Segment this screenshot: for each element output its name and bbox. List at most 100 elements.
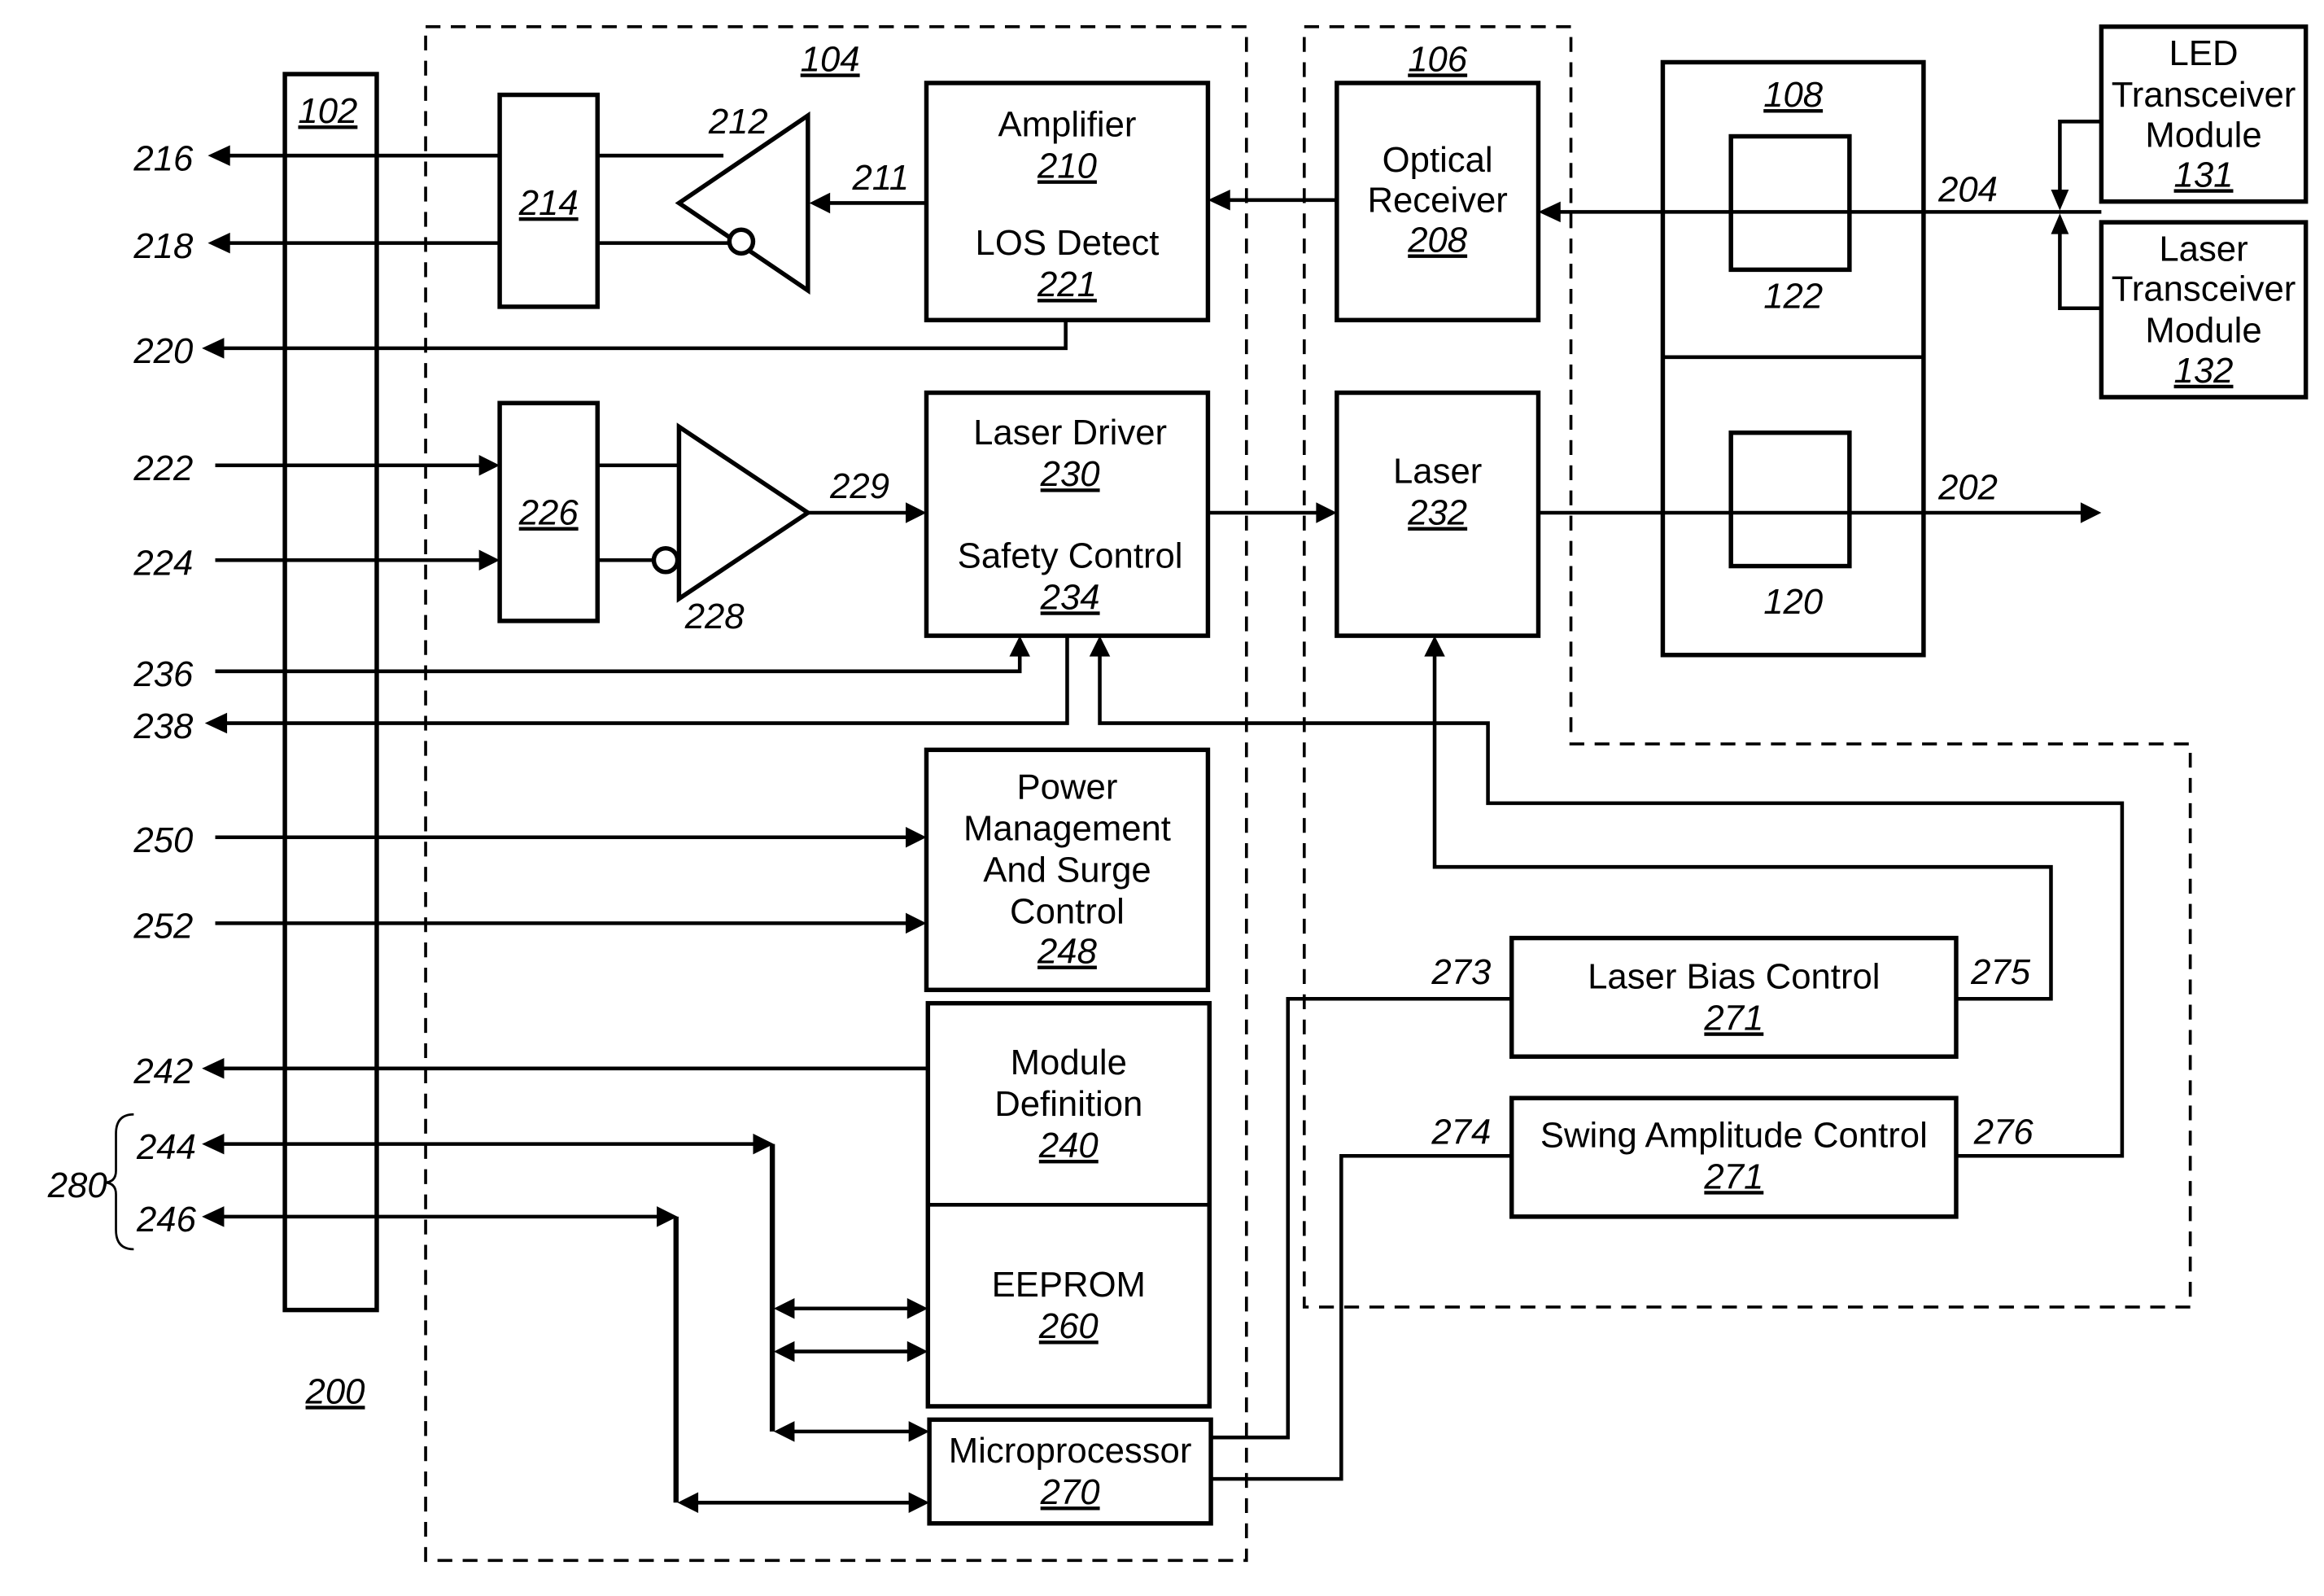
arrow-218 [208,232,230,254]
arrow-laser-204 [2051,213,2069,234]
arrow-eeprom-1-r [906,1298,928,1319]
arrow-238 [204,712,228,734]
label-273: 273 [1431,952,1491,992]
brace-280 [103,1113,134,1251]
arrow-222 [478,454,500,476]
label-202: 202 [1937,468,1998,508]
label-220: 220 [133,331,193,371]
optical-receiver-ref: 208 [1407,221,1468,260]
inverter-bubble-212 [727,227,756,256]
laser-bias-title: Laser Bias Control [1588,956,1880,996]
swing-ref: 271 [1703,1157,1763,1196]
arrow-eeprom-2-l [773,1340,795,1362]
arrow-246-left [202,1206,225,1227]
bus-102 [282,72,379,1313]
label-222: 222 [133,448,193,488]
arrow-276-safety [1089,636,1111,657]
lasermod-ref: 132 [2174,351,2234,391]
swing-title: Swing Amplitude Control [1540,1115,1928,1155]
label-238: 238 [133,706,194,746]
port-108-label: 108 [1763,75,1824,115]
inverter-bubble-228 [651,545,680,575]
arrow-220 [202,338,225,359]
arrow-236 [1009,636,1030,657]
laser-ref: 232 [1407,493,1467,533]
arrow-229 [906,502,927,523]
arrow-micro-1-l [773,1421,795,1442]
wire-laser-to-204 [2058,231,2102,311]
wire-276-loop [1098,654,2125,1158]
power-line-2: Management [963,808,1171,848]
arrow-receiver-amp [1208,190,1230,211]
label-276: 276 [1973,1113,2034,1152]
transceiver-block-diagram: 104 106 102 214 212 Amplifier 210 LOS De… [47,24,2309,1563]
lasermod-line-3: Module [2145,311,2261,351]
label-224: 224 [133,543,193,583]
arrow-driver-laser [1316,502,1337,523]
eeprom-ref: 260 [1038,1306,1099,1346]
micro-title: Microprocessor [949,1431,1192,1471]
optical-receiver-line-2: Receiver [1367,180,1507,220]
led-line-2: Transceiver [2112,75,2296,115]
buffer-212 [675,111,810,295]
label-228: 228 [684,597,745,636]
arrow-275-laser [1424,636,1445,657]
amplifier-title: Amplifier [998,105,1137,145]
block-214-label: 214 [518,183,579,223]
group-106-label: 106 [1408,39,1468,79]
arrow-led-204 [2051,190,2069,211]
safety-control-title: Safety Control [958,536,1183,575]
optical-receiver-line-1: Optical [1383,140,1493,180]
power-line-3: And Surge [983,850,1151,890]
block-122 [1728,133,1852,273]
label-244: 244 [136,1127,196,1167]
block-120 [1728,430,1852,569]
lasermod-line-2: Transceiver [2112,269,2296,309]
label-242: 242 [133,1052,193,1091]
label-204: 204 [1937,170,1998,210]
group-104-label: 104 [801,39,860,79]
bus-102-label: 102 [298,91,357,131]
buffer-228 [676,422,812,603]
block-226-label: 226 [518,493,579,533]
micro-ref: 270 [1040,1472,1100,1512]
arrow-micro-2-r [908,1492,930,1514]
safety-control-ref: 234 [1040,577,1100,617]
label-216: 216 [133,138,194,178]
arrow-eeprom-1-l [773,1298,795,1319]
label-218: 218 [133,226,194,266]
label-120: 120 [1763,582,1823,622]
arrow-216 [208,145,230,166]
los-detect-ref: 221 [1037,265,1097,304]
arrow-micro-1-r [908,1421,930,1442]
los-detect-title: LOS Detect [976,223,1160,263]
laser-title: Laser [1393,452,1482,492]
power-line-1: Power [1017,767,1118,807]
label-236: 236 [133,654,194,694]
figure-label-200: 200 [305,1371,365,1411]
module-def-line-1: Module [1011,1043,1127,1082]
label-275: 275 [1970,952,2031,992]
arrow-242 [202,1058,225,1079]
eeprom-title: EEPROM [992,1265,1146,1305]
module-def-line-2: Definition [994,1084,1142,1124]
arrow-252 [906,912,927,934]
wire-led-to-204 [2058,120,2102,193]
wire-274 [1211,1153,1512,1481]
laser-bias-ref: 271 [1703,998,1763,1038]
arrow-eeprom-2-r [906,1340,928,1362]
label-274: 274 [1431,1113,1491,1152]
label-122: 122 [1763,277,1823,317]
arrow-250 [906,827,927,848]
led-line-3: Module [2145,115,2261,155]
amplifier-ref: 210 [1037,146,1097,186]
block-laser-bias-control-271 [1509,935,1959,1059]
arrow-204 [1538,201,1561,223]
label-280: 280 [47,1165,107,1205]
arrow-202 [2080,502,2102,523]
wire-273 [1211,996,1512,1440]
power-ref: 248 [1037,932,1098,972]
arrow-micro-2-l [677,1492,699,1514]
led-ref: 131 [2174,155,2234,195]
label-211: 211 [851,158,909,198]
